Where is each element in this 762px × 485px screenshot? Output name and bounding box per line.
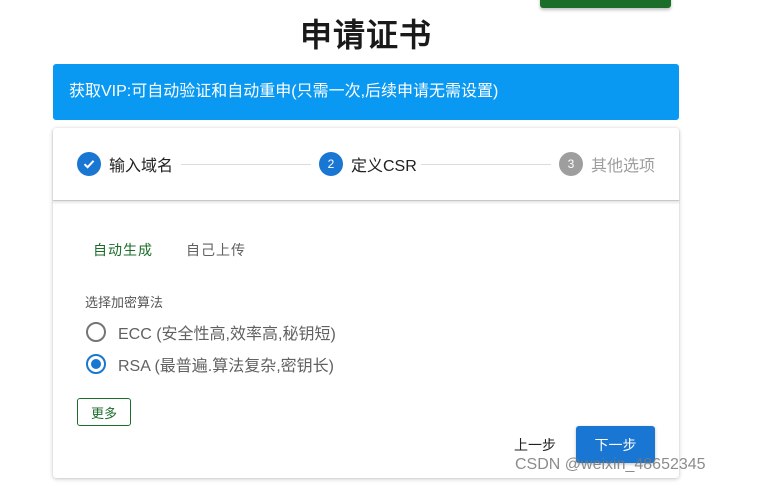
radio-dot [91,359,101,369]
radio-label: ECC (安全性高,效率高,秘钥短) [118,326,336,343]
stepper-header: 输入域名 2 定义CSR 3 其他选项 [53,128,679,201]
step-other-options: 3 其他选项 [559,152,655,176]
vip-banner[interactable]: 获取VIP:可自动验证和自动重申(只需一次,后续申请无需设置) [53,64,679,120]
step-label: 定义CSR [351,158,417,175]
step-define-csr: 2 定义CSR [319,152,417,176]
step-enter-domain: 输入域名 [77,152,173,176]
radio-rsa[interactable]: RSA (最普遍.算法复杂,密钥长) [86,353,334,375]
tab-self-upload[interactable]: 自己上传 [186,240,246,260]
radio-label: RSA (最普遍.算法复杂,密钥长) [118,358,335,375]
radio-unchecked-icon[interactable] [86,322,106,342]
radio-ecc[interactable]: ECC (安全性高,效率高,秘钥短) [86,321,336,343]
step-number-badge: 3 [559,152,583,176]
check-icon [77,152,101,176]
watermark: CSDN @weixin_48652345 [515,456,706,473]
page-title: 申请证书 [299,17,432,53]
step-label: 输入域名 [109,158,174,175]
top-action-button[interactable] [540,0,671,8]
step-connector [421,164,551,165]
step-connector [181,164,311,165]
certificate-form-card: 输入域名 2 定义CSR 3 其他选项 自动生成 自己上传 选择加密算法 ECC… [53,128,679,478]
step-label: 其他选项 [591,158,656,175]
algorithm-label: 选择加密算法 [85,295,164,310]
step-number-badge: 2 [319,152,343,176]
more-button[interactable]: 更多 [77,398,131,426]
tab-auto-generate[interactable]: 自动生成 [93,240,153,260]
radio-checked-icon[interactable] [86,354,106,374]
